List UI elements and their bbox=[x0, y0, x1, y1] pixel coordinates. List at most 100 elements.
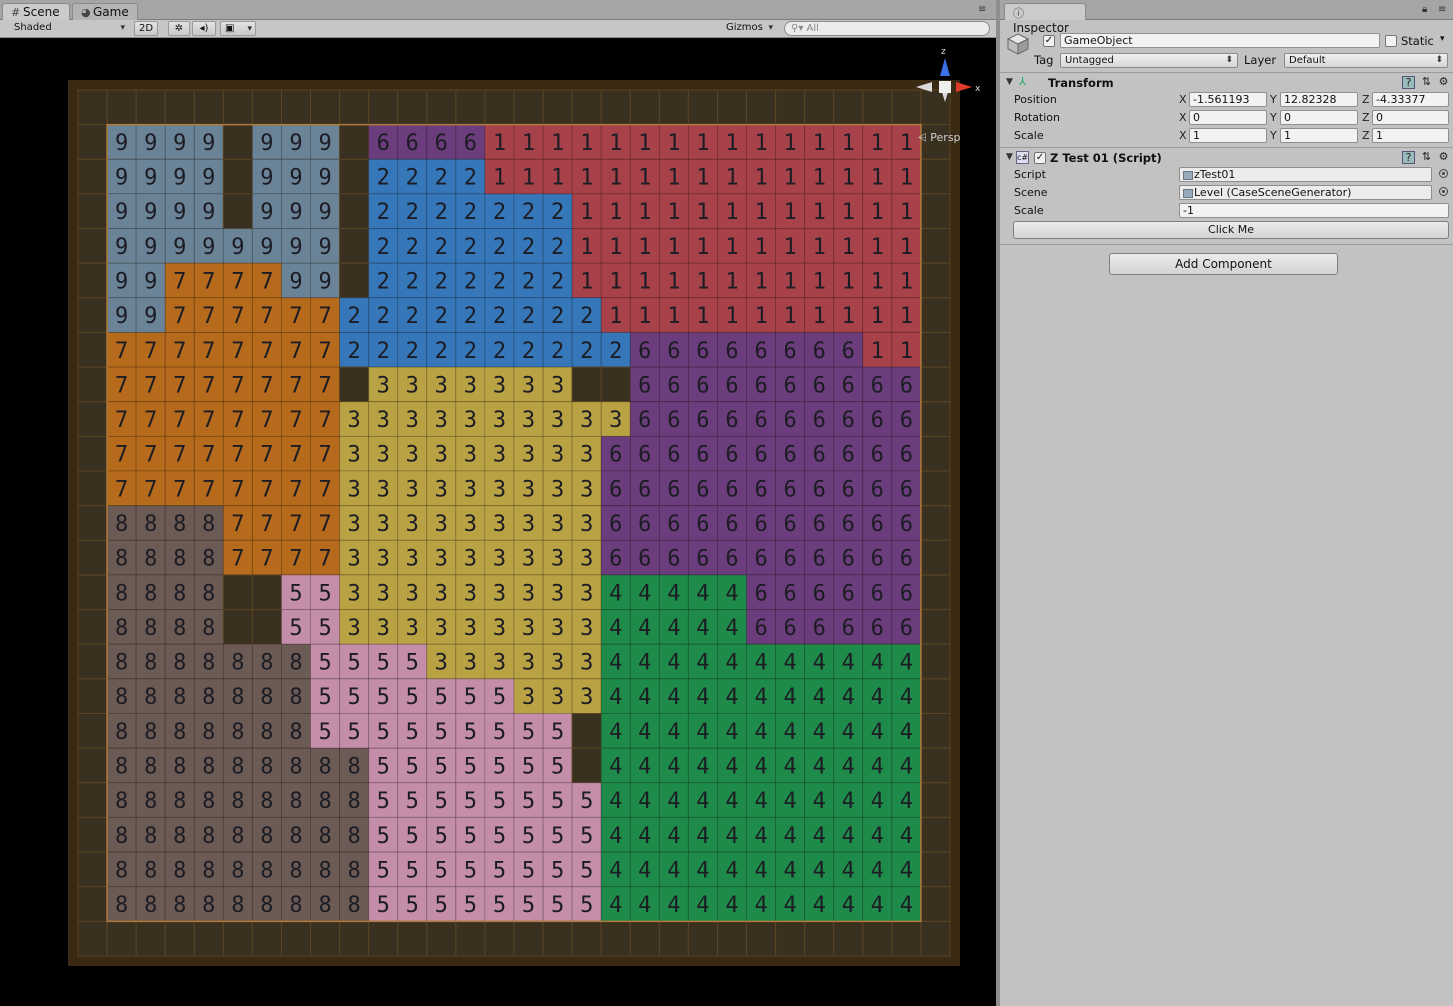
wall-tile bbox=[542, 89, 573, 126]
tile-digit: 6 bbox=[871, 477, 884, 502]
scene-viewport[interactable]: 9999999666611111111111111199999992222111… bbox=[4, 38, 996, 1006]
scene-search-input[interactable]: ⚲▾ All bbox=[784, 21, 990, 36]
tab-game[interactable]: ◕ Game bbox=[72, 3, 138, 20]
help-icon[interactable]: ? bbox=[1402, 151, 1415, 164]
gizmo-negx-cone[interactable] bbox=[916, 82, 932, 92]
scale-z-field[interactable]: 1 bbox=[1372, 128, 1449, 143]
gear-icon[interactable]: ⚙ bbox=[1437, 151, 1450, 164]
fold-arrow-icon[interactable]: ▼ bbox=[1006, 152, 1013, 162]
axis-z-label[interactable]: Z bbox=[1362, 93, 1370, 106]
script-object-field[interactable]: zTest01 bbox=[1179, 167, 1432, 182]
tile-digit: 7 bbox=[202, 339, 215, 364]
mode-2d-toggle[interactable]: 2D bbox=[134, 21, 158, 36]
tag-dropdown[interactable]: Untagged bbox=[1060, 53, 1238, 68]
tile-digit: 8 bbox=[202, 616, 215, 641]
projection-label[interactable]: ⩤ Persp bbox=[918, 131, 961, 145]
tile-digit: 3 bbox=[522, 512, 535, 537]
tile-digit: 3 bbox=[435, 373, 448, 398]
axis-z-label[interactable]: Z bbox=[1362, 129, 1370, 142]
wall-tile bbox=[920, 470, 951, 507]
help-icon[interactable]: ? bbox=[1402, 76, 1415, 89]
wall-tile bbox=[368, 920, 399, 957]
tile-digit: 6 bbox=[813, 339, 826, 364]
tile-digit: 1 bbox=[813, 200, 826, 225]
tile-digit: 7 bbox=[260, 512, 273, 537]
tile-digit: 4 bbox=[696, 651, 709, 676]
preset-icon[interactable]: ⇅ bbox=[1420, 76, 1433, 89]
wall-tile bbox=[833, 920, 864, 957]
lighting-icon[interactable]: ✲ bbox=[168, 21, 190, 36]
script-component-header[interactable]: ▼ c# ✓ Z Test 01 (Script) ? ⇅ ⚙ bbox=[1000, 147, 1453, 167]
axis-x-label[interactable]: X bbox=[1179, 93, 1187, 106]
transform-header[interactable]: ▼ ⅄ Transform ? ⇅ ⚙ bbox=[1000, 72, 1453, 92]
preset-icon[interactable]: ⇅ bbox=[1420, 151, 1433, 164]
tile-digit: 6 bbox=[754, 477, 767, 502]
gizmo-z-cone[interactable] bbox=[940, 58, 950, 76]
tile-digit: 1 bbox=[522, 166, 535, 191]
tile-digit: 6 bbox=[725, 408, 738, 433]
layer-dropdown[interactable]: Default bbox=[1284, 53, 1448, 68]
tile-digit: 5 bbox=[377, 824, 390, 849]
tile-digit: 8 bbox=[347, 893, 360, 918]
scene-object-field[interactable]: Level (CaseSceneGenerator) bbox=[1179, 185, 1432, 200]
tab-inspector[interactable]: ⓘInspector bbox=[1004, 3, 1086, 35]
static-checkbox[interactable] bbox=[1385, 35, 1397, 47]
rotation-z-field[interactable]: 0 bbox=[1372, 110, 1449, 125]
rotation-y-field[interactable]: 0 bbox=[1280, 110, 1358, 125]
object-picker-icon[interactable] bbox=[1439, 169, 1448, 178]
gizmo-x-cone[interactable] bbox=[956, 82, 972, 92]
rotation-x-field[interactable]: 0 bbox=[1189, 110, 1267, 125]
gear-icon[interactable]: ⚙ bbox=[1437, 76, 1450, 89]
scale-x-field[interactable]: 1 bbox=[1189, 128, 1267, 143]
tile-digit: 8 bbox=[202, 858, 215, 883]
script-enabled-checkbox[interactable]: ✓ bbox=[1034, 152, 1046, 164]
lock-icon[interactable]: 🔒︎ bbox=[1422, 4, 1427, 15]
active-checkbox[interactable]: ✓ bbox=[1043, 35, 1055, 47]
tile-digit: 3 bbox=[609, 408, 622, 433]
object-picker-icon[interactable] bbox=[1439, 187, 1448, 196]
tile-digit: 6 bbox=[609, 512, 622, 537]
object-name-field[interactable]: GameObject bbox=[1060, 33, 1380, 48]
position-z-field[interactable]: -4.33377 bbox=[1372, 92, 1449, 107]
inspector-menu-icon[interactable]: ≡ bbox=[1438, 4, 1446, 15]
tab-scene[interactable]: # Scene bbox=[2, 3, 70, 20]
tile-digit: 5 bbox=[522, 789, 535, 814]
wall-tile bbox=[222, 158, 253, 195]
shading-mode-dropdown[interactable]: Shaded bbox=[10, 21, 128, 36]
axis-y-label[interactable]: Y bbox=[1270, 129, 1277, 142]
tile-digit: 7 bbox=[173, 373, 186, 398]
wall-tile bbox=[571, 747, 602, 784]
click-me-button[interactable]: Click Me bbox=[1013, 221, 1449, 239]
position-x-field[interactable]: -1.561193 bbox=[1189, 92, 1267, 107]
tile-digit: 8 bbox=[115, 789, 128, 814]
tile-digit: 6 bbox=[783, 547, 796, 572]
tile-digit: 4 bbox=[813, 685, 826, 710]
tile-digit: 3 bbox=[406, 512, 419, 537]
axis-y-label[interactable]: Y bbox=[1270, 111, 1277, 124]
scale-y-field[interactable]: 1 bbox=[1280, 128, 1358, 143]
tile-digit: 2 bbox=[406, 304, 419, 329]
audio-icon[interactable]: ◂) bbox=[192, 21, 216, 36]
wall-tile bbox=[77, 435, 108, 472]
tile-digit: 3 bbox=[406, 477, 419, 502]
wall-tile bbox=[135, 89, 166, 126]
gizmo-center-cube[interactable] bbox=[939, 81, 951, 93]
position-y-field[interactable]: 12.82328 bbox=[1280, 92, 1358, 107]
static-dropdown-icon[interactable]: ▾ bbox=[1440, 34, 1445, 44]
tile-digit: 1 bbox=[667, 131, 680, 156]
gizmos-dropdown[interactable]: Gizmos bbox=[722, 21, 776, 36]
add-component-button[interactable]: Add Component bbox=[1109, 253, 1338, 275]
axis-x-label[interactable]: X bbox=[1179, 129, 1187, 142]
tile-digit: 6 bbox=[667, 477, 680, 502]
axis-z-label[interactable]: Z bbox=[1362, 111, 1370, 124]
tile-digit: 7 bbox=[318, 512, 331, 537]
fold-arrow-icon[interactable]: ▼ bbox=[1006, 77, 1013, 87]
tile-digit: 5 bbox=[435, 720, 448, 745]
orientation-gizmo[interactable]: z x bbox=[908, 42, 986, 144]
script-scale-field[interactable]: -1 bbox=[1179, 203, 1449, 218]
tile-digit: 8 bbox=[318, 755, 331, 780]
axis-y-label[interactable]: Y bbox=[1270, 93, 1277, 106]
panel-menu-icon[interactable]: ≡ bbox=[978, 4, 986, 15]
effects-icon[interactable]: ▣ bbox=[220, 21, 256, 36]
axis-x-label[interactable]: X bbox=[1179, 111, 1187, 124]
